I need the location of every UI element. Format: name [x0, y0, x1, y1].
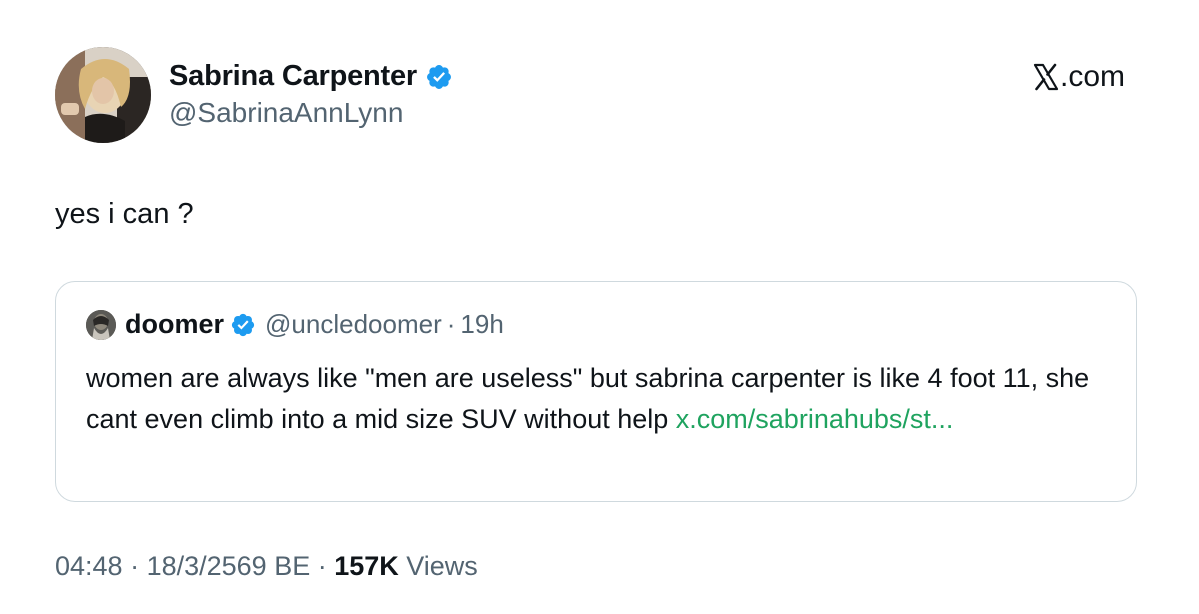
quoted-tweet-time[interactable]: 19h [460, 309, 503, 340]
site-logo[interactable]: .com [1033, 60, 1125, 94]
author-handle[interactable]: @SabrinaAnnLynn [169, 97, 403, 129]
quoted-author-avatar[interactable] [86, 309, 116, 340]
quoted-tweet-text: women are always like "men are useless" … [86, 358, 1116, 440]
verified-badge-icon [425, 63, 453, 91]
separator-dot: · [446, 309, 456, 339]
author-avatar[interactable] [55, 47, 151, 143]
quoted-tweet-link[interactable]: x.com/sabrinahubs/st... [676, 404, 954, 434]
tweet-meta: 04:48 · 18/3/2569 BE · 157K Views [55, 551, 478, 582]
quoted-tweet-header: doomer @uncledoomer · 19h [86, 309, 504, 340]
separator-dot: · [122, 551, 147, 581]
x-logo-icon [1033, 63, 1059, 91]
quoted-author-handle[interactable]: @uncledoomer [265, 309, 442, 340]
quoted-author-name[interactable]: doomer [125, 309, 224, 340]
author-display-name[interactable]: Sabrina Carpenter [169, 60, 417, 93]
author-name-row: Sabrina Carpenter [169, 60, 453, 93]
tweet-date[interactable]: 18/3/2569 BE [147, 551, 311, 581]
views-count: 157K [334, 551, 399, 581]
verified-badge-icon [230, 312, 256, 338]
separator-dot: · [310, 551, 335, 581]
tweet-text: yes i can ? [55, 198, 194, 230]
views-label: Views [398, 551, 478, 581]
site-label: .com [1059, 60, 1125, 93]
quoted-tweet[interactable]: doomer @uncledoomer · 19h women are alwa… [55, 281, 1137, 502]
tweet-time[interactable]: 04:48 [55, 551, 123, 581]
